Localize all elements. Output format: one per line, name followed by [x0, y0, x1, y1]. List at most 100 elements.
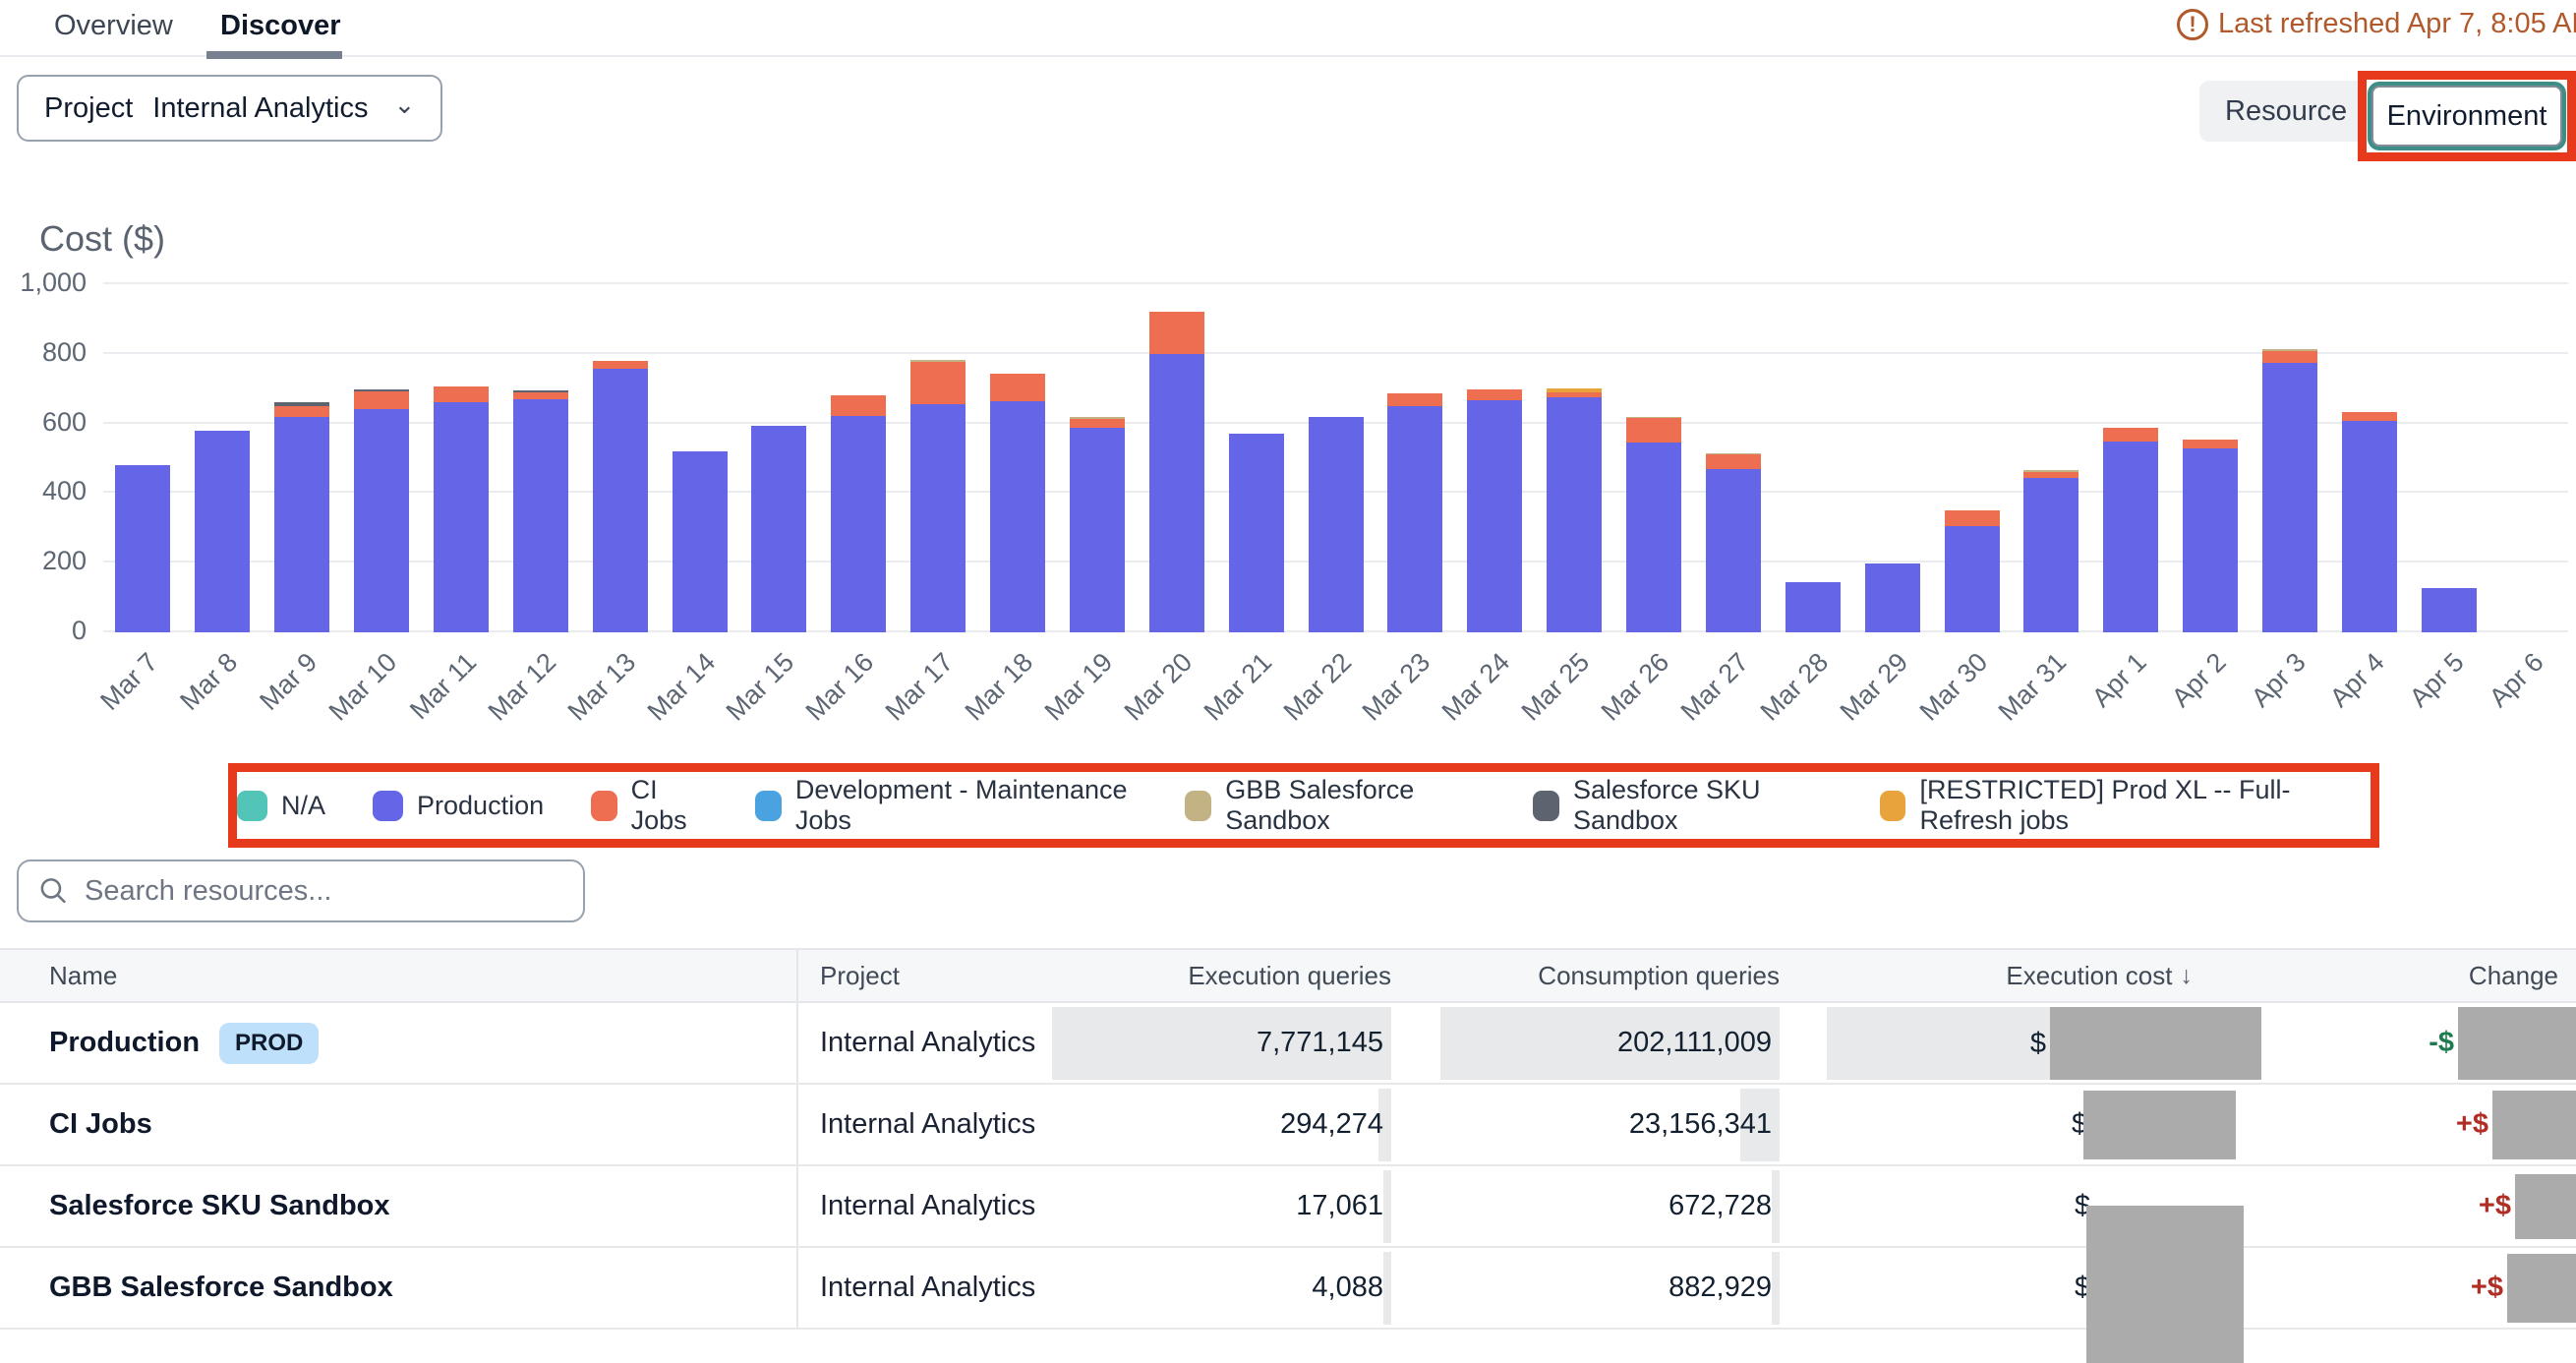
stacked-bar [115, 465, 170, 632]
bar-slot-mar-30 [1932, 284, 2012, 632]
sort-descending-icon: ↓ [2181, 962, 2194, 990]
resource-toggle-button[interactable]: Resource [2199, 81, 2372, 142]
bar-segment-production [434, 402, 489, 632]
bar-segment-production [1547, 397, 1602, 632]
legend-swatch [1185, 791, 1211, 821]
bar-segment-production [673, 451, 728, 632]
chart-title: Cost ($) [39, 218, 165, 260]
stacked-bar [831, 395, 886, 632]
legend-item-ci-jobs[interactable]: CI Jobs [591, 775, 708, 836]
last-refreshed-text: Last refreshed Apr 7, 8:05 AM PD [2218, 8, 2576, 40]
x-tick-label: Apr 1 [2086, 647, 2153, 714]
cost-volume-bar: $ [1827, 1007, 2050, 1080]
search-box [17, 859, 585, 922]
legend-item--restricted-prod-xl-full-refresh-jobs[interactable]: [RESTRICTED] Prod XL -- Full-Refresh job… [1880, 775, 2371, 836]
x-slot: Mar 31 [2012, 639, 2091, 767]
table-row-production[interactable]: ProductionPRODInternal Analytics7,771,14… [0, 1003, 2576, 1085]
stacked-bar [354, 389, 409, 632]
column-header-change[interactable]: Change [2345, 950, 2576, 1001]
bar-segment-ci-jobs [1626, 418, 1681, 443]
bar-segment-ci-jobs [1387, 393, 1442, 406]
stacked-bar [673, 451, 728, 632]
table-header-row: NameProjectExecution queriesConsumption … [0, 948, 2576, 1003]
bar-segment-production [1070, 428, 1125, 632]
table-row-ci-jobs[interactable]: CI JobsInternal Analytics294,27423,156,3… [0, 1085, 2576, 1166]
bar-segment-ci-jobs [354, 391, 409, 409]
stacked-bar [1786, 582, 1841, 632]
change-prefix: -$ [2429, 1027, 2454, 1059]
execution-cost-currency: $ [2030, 1028, 2050, 1060]
column-header-name[interactable]: Name [0, 950, 796, 1001]
environment-toggle-button[interactable]: Environment [2371, 86, 2562, 147]
consumption-queries-value: 882,929 [1669, 1272, 1780, 1304]
execution-queries-value: 294,274 [1280, 1108, 1391, 1141]
consumption-queries-value: 23,156,341 [1629, 1108, 1780, 1141]
legend-swatch [237, 791, 267, 821]
legend-swatch [1533, 791, 1559, 821]
bar-slot-mar-25 [1535, 284, 1614, 632]
column-header-execution-queries[interactable]: Execution queries [1057, 950, 1391, 1001]
bar-segment-ci-jobs [1149, 312, 1204, 353]
bar-slot-apr-6 [2488, 284, 2568, 632]
redacted-change-value [2507, 1254, 2576, 1323]
tab-overview[interactable]: Overview [54, 10, 173, 42]
change-prefix: +$ [2456, 1108, 2488, 1141]
change-prefix: +$ [2471, 1272, 2503, 1304]
chevron-down-icon: ⌄ [394, 89, 416, 120]
bar-slot-apr-3 [2251, 284, 2330, 632]
bar-segment-ci-jobs [910, 362, 966, 404]
x-tick-label: Mar 7 [95, 647, 165, 717]
bar-segment-ci-jobs [2262, 351, 2317, 363]
search-input[interactable] [85, 875, 563, 908]
bar-slot-mar-23 [1376, 284, 1455, 632]
legend-item-gbb-salesforce-sandbox[interactable]: GBB Salesforce Sandbox [1185, 775, 1486, 836]
column-header-project[interactable]: Project [796, 950, 1057, 1001]
column-header-execution-cost[interactable]: Execution cost↓ [1780, 950, 2345, 1001]
tab-discover[interactable]: Discover [220, 10, 341, 42]
bar-segment-production [1467, 400, 1522, 632]
bar-slot-mar-21 [1216, 284, 1296, 632]
bar-slot-mar-12 [500, 284, 580, 632]
x-slot: Apr 3 [2251, 639, 2330, 767]
stacked-bar [2422, 588, 2477, 632]
x-slot: Mar 7 [103, 639, 183, 767]
y-tick-label: 200 [0, 546, 87, 576]
execution-queries-value: 17,061 [1296, 1190, 1391, 1222]
bar-slot-mar-19 [1058, 284, 1138, 632]
bar-slot-mar-26 [1614, 284, 1694, 632]
table-row-salesforce-sku-sandbox[interactable]: Salesforce SKU SandboxInternal Analytics… [0, 1166, 2576, 1248]
x-tick-label: Apr 3 [2245, 647, 2312, 714]
column-header-consumption-queries[interactable]: Consumption queries [1391, 950, 1780, 1001]
bar-segment-ci-jobs [1467, 389, 1522, 400]
project-filter-dropdown[interactable]: Project Internal Analytics ⌄ [17, 75, 442, 142]
bar-slot-mar-10 [342, 284, 422, 632]
y-axis: 02004006008001,000 [0, 284, 87, 632]
active-tab-underline [206, 51, 342, 59]
execution-queries-value: 4,088 [1312, 1272, 1391, 1304]
bar-segment-production [1149, 354, 1204, 632]
bar-segment-ci-jobs [1945, 510, 2000, 526]
legend-item-production[interactable]: Production [373, 791, 544, 821]
bar-slot-mar-8 [183, 284, 263, 632]
legend-item-salesforce-sku-sandbox[interactable]: Salesforce SKU Sandbox [1533, 775, 1832, 836]
legend-label: Production [417, 791, 544, 821]
x-slot: Apr 1 [2091, 639, 2171, 767]
redacted-change-value [2515, 1174, 2576, 1239]
legend-label: Development - Maintenance Jobs [795, 775, 1139, 836]
legend-item-n-a[interactable]: N/A [237, 791, 325, 821]
cost-stacked-bar-chart [103, 284, 2568, 632]
redacted-cost-value [2086, 1206, 2244, 1363]
x-slot: Mar 8 [183, 639, 263, 767]
column-header-label: Change [2469, 961, 2558, 991]
y-tick-label: 1,000 [0, 267, 87, 298]
bar-slot-apr-2 [2171, 284, 2251, 632]
stacked-bar [1547, 388, 1602, 632]
redacted-change-value [2492, 1091, 2576, 1159]
bar-segment-production [1706, 469, 1761, 632]
alert-circle-icon: ! [2177, 9, 2208, 40]
legend-label: CI Jobs [631, 775, 708, 836]
legend-item-development-maintenance-jobs[interactable]: Development - Maintenance Jobs [755, 775, 1138, 836]
stacked-bar [1070, 417, 1125, 632]
bar-segment-ci-jobs [434, 386, 489, 402]
stacked-bar [1626, 417, 1681, 632]
